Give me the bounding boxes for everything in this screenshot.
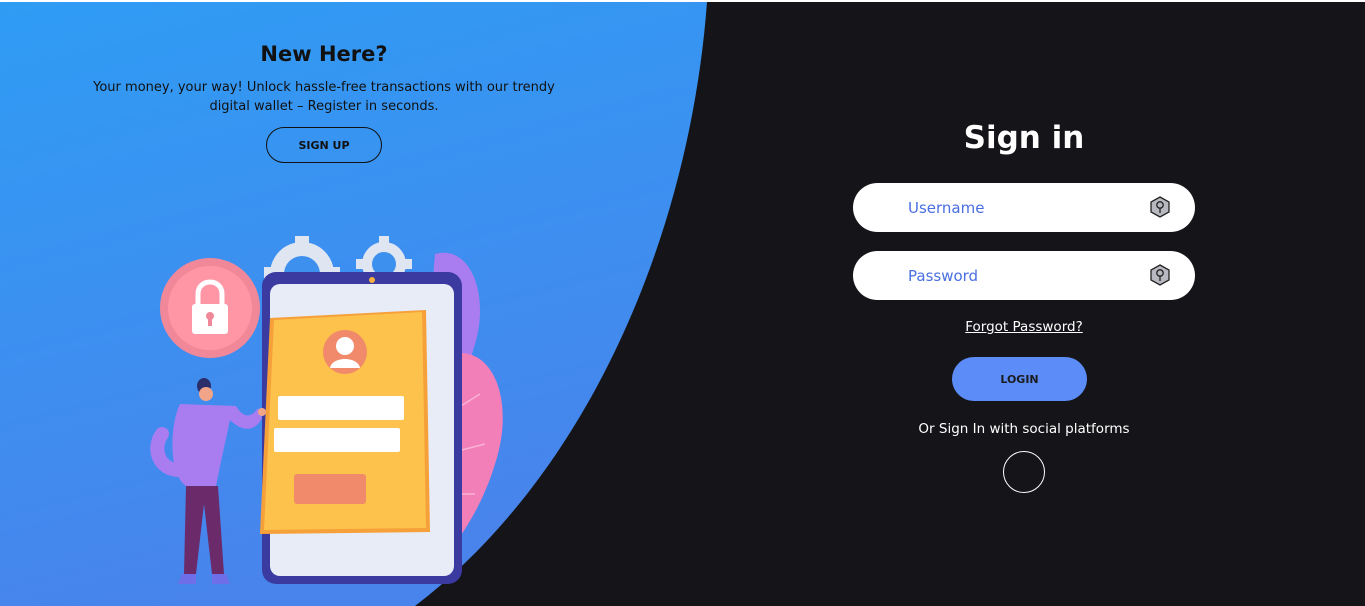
social-sign-in-text: Or Sign In with social platforms xyxy=(918,421,1130,437)
register-panel: New Here? Your money, your way! Unlock h… xyxy=(0,2,650,606)
padlock-icon xyxy=(160,258,260,358)
password-field-container xyxy=(853,251,1195,300)
social-login-button[interactable] xyxy=(1003,451,1045,493)
login-page: New Here? Your money, your way! Unlock h… xyxy=(0,2,1365,606)
login-button[interactable]: LOGIN xyxy=(952,357,1087,401)
password-input[interactable] xyxy=(908,251,1138,300)
username-input[interactable] xyxy=(908,183,1138,232)
forgot-password-link[interactable]: Forgot Password? xyxy=(853,319,1195,335)
sign-in-title: Sign in xyxy=(963,120,1085,156)
key-icon xyxy=(1150,196,1170,218)
person-figure xyxy=(150,378,266,584)
sign-up-button[interactable]: SIGN UP xyxy=(266,127,382,163)
register-description: Your money, your way! Unlock hassle-free… xyxy=(93,80,555,114)
register-title: New Here? xyxy=(260,42,388,66)
username-field-container xyxy=(853,183,1195,232)
key-icon xyxy=(1150,264,1170,286)
phone-login-illustration xyxy=(150,236,503,584)
login-card xyxy=(260,310,430,534)
